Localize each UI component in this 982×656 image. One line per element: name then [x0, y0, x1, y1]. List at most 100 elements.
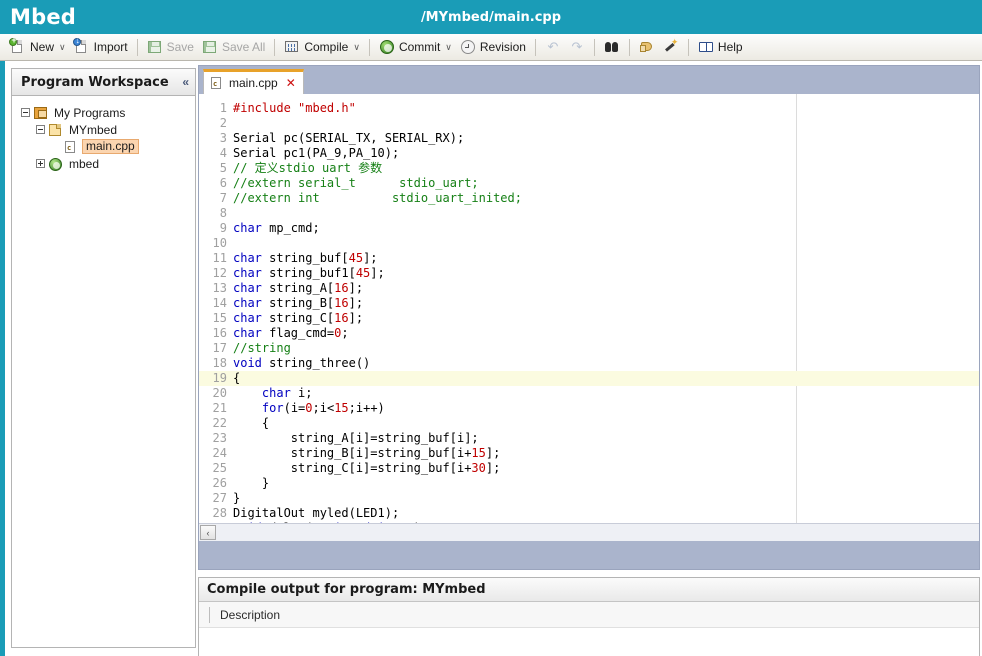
code-token: {: [233, 416, 269, 430]
line-number: 11: [199, 251, 233, 266]
code-line[interactable]: 19{: [199, 371, 979, 386]
code-line[interactable]: 15char string_C[16];: [199, 311, 979, 326]
brush-format-icon: [639, 39, 655, 55]
code-line[interactable]: 7//extern int stdio_uart_inited;: [199, 191, 979, 206]
tree-item-my-programs[interactable]: My Programs: [12, 104, 195, 121]
compile-button[interactable]: Compile ∨: [280, 36, 364, 58]
toolbar-divider: [629, 39, 630, 56]
code-line[interactable]: 10: [199, 236, 979, 251]
code-token: //string: [233, 341, 291, 355]
code-line[interactable]: 2: [199, 116, 979, 131]
code-line[interactable]: 13char string_A[16];: [199, 281, 979, 296]
wand-button[interactable]: [659, 36, 683, 58]
redo-arrow-icon: ↷: [569, 39, 585, 55]
code-token: }: [233, 491, 240, 505]
help-button[interactable]: Help: [694, 36, 747, 58]
code-token: char: [233, 251, 262, 265]
code-line[interactable]: 6//extern serial_t stdio_uart;: [199, 176, 979, 191]
code-token: Serial pc1(PA_9,PA_10);: [233, 146, 399, 160]
save-icon: [147, 39, 163, 55]
editor-horizontal-scrollbar[interactable]: ‹: [199, 523, 979, 541]
toolbar-divider: [137, 39, 138, 56]
code-line[interactable]: 12char string_buf1[45];: [199, 266, 979, 281]
code-editor[interactable]: 1#include "mbed.h"23Serial pc(SERIAL_TX,…: [199, 94, 979, 541]
collapse-icon[interactable]: [21, 108, 30, 117]
code-line[interactable]: 17//string: [199, 341, 979, 356]
code-token: ];: [363, 251, 377, 265]
undo-button[interactable]: ↶: [541, 36, 565, 58]
code-line[interactable]: 22 {: [199, 416, 979, 431]
code-line-text: //extern serial_t stdio_uart;: [233, 176, 479, 191]
tab-main-cpp[interactable]: main.cpp ✕: [203, 69, 304, 94]
chevron-down-icon[interactable]: ∨: [353, 43, 360, 52]
code-line[interactable]: 4Serial pc1(PA_9,PA_10);: [199, 146, 979, 161]
line-number: 22: [199, 416, 233, 431]
title-bar: Mbed /MYmbed/main.cpp: [0, 0, 982, 34]
program-tree: My ProgramsMYmbedmain.cppmbed: [12, 96, 195, 172]
tree-item-mbed[interactable]: mbed: [12, 155, 195, 172]
code-line[interactable]: 28DigitalOut myled(LED1);: [199, 506, 979, 521]
code-line[interactable]: 24 string_B[i]=string_buf[i+15];: [199, 446, 979, 461]
save-all-button[interactable]: Save All: [198, 36, 269, 58]
code-token: ];: [349, 311, 363, 325]
tree-item-mymbed[interactable]: MYmbed: [12, 121, 195, 138]
code-line[interactable]: 16char flag_cmd=0;: [199, 326, 979, 341]
line-number: 15: [199, 311, 233, 326]
code-token: "mbed.h": [298, 101, 356, 115]
code-line[interactable]: 18void string_three(): [199, 356, 979, 371]
line-number: 14: [199, 296, 233, 311]
line-number: 2: [199, 116, 233, 131]
code-line[interactable]: 5// 定义stdio uart 参数: [199, 161, 979, 176]
save-button[interactable]: Save: [143, 36, 198, 58]
code-token: ];: [486, 446, 500, 460]
tree-item-main-cpp[interactable]: main.cpp: [12, 138, 195, 155]
line-number: 18: [199, 356, 233, 371]
line-number: 4: [199, 146, 233, 161]
save-all-button-label: Save All: [222, 40, 265, 54]
code-token: ];: [349, 296, 363, 310]
code-line[interactable]: 25 string_C[i]=string_buf[i+30];: [199, 461, 979, 476]
line-number: 6: [199, 176, 233, 191]
code-token: string_B[: [262, 296, 334, 310]
code-line[interactable]: 21 for(i=0;i<15;i++): [199, 401, 979, 416]
import-button[interactable]: Import: [70, 36, 132, 58]
format-button[interactable]: [635, 36, 659, 58]
code-token: // 定义stdio uart 参数: [233, 161, 382, 175]
scroll-left-icon[interactable]: ‹: [200, 525, 216, 540]
expand-icon[interactable]: [36, 159, 45, 168]
code-line[interactable]: 11char string_buf[45];: [199, 251, 979, 266]
app-brand: Mbed: [10, 5, 76, 29]
line-number: 24: [199, 446, 233, 461]
commit-button[interactable]: Commit ∨: [375, 36, 456, 58]
redo-button[interactable]: ↷: [565, 36, 589, 58]
code-line[interactable]: 8: [199, 206, 979, 221]
code-line[interactable]: 20 char i;: [199, 386, 979, 401]
commit-icon: [379, 39, 395, 55]
collapse-sidebar-icon[interactable]: «: [182, 76, 189, 88]
code-line[interactable]: 27}: [199, 491, 979, 506]
line-number: 17: [199, 341, 233, 356]
code-line[interactable]: 23 string_A[i]=string_buf[i];: [199, 431, 979, 446]
help-button-label: Help: [718, 40, 743, 54]
code-line-text: char string_buf[45];: [233, 251, 378, 266]
close-icon[interactable]: ✕: [286, 76, 296, 90]
collapse-icon[interactable]: [36, 125, 45, 134]
code-line[interactable]: 14char string_B[16];: [199, 296, 979, 311]
new-button[interactable]: New ∨: [6, 36, 70, 58]
revision-button[interactable]: Revision: [456, 36, 530, 58]
find-button[interactable]: [600, 36, 624, 58]
chevron-down-icon[interactable]: ∨: [445, 43, 452, 52]
code-line[interactable]: 3Serial pc(SERIAL_TX, SERIAL_RX);: [199, 131, 979, 146]
code-line[interactable]: 1#include "mbed.h": [199, 101, 979, 116]
code-token: string_buf1[: [262, 266, 356, 280]
revision-button-label: Revision: [480, 40, 526, 54]
compile-button-label: Compile: [304, 40, 348, 54]
code-token: char: [233, 281, 262, 295]
compile-output-panel: Compile output for program: MYmbed Descr…: [198, 577, 980, 656]
chevron-down-icon[interactable]: ∨: [59, 43, 66, 52]
code-token: ;: [341, 326, 348, 340]
code-line-text: }: [233, 491, 240, 506]
code-line[interactable]: 26 }: [199, 476, 979, 491]
code-line[interactable]: 9char mp_cmd;: [199, 221, 979, 236]
code-token: 16: [334, 311, 348, 325]
